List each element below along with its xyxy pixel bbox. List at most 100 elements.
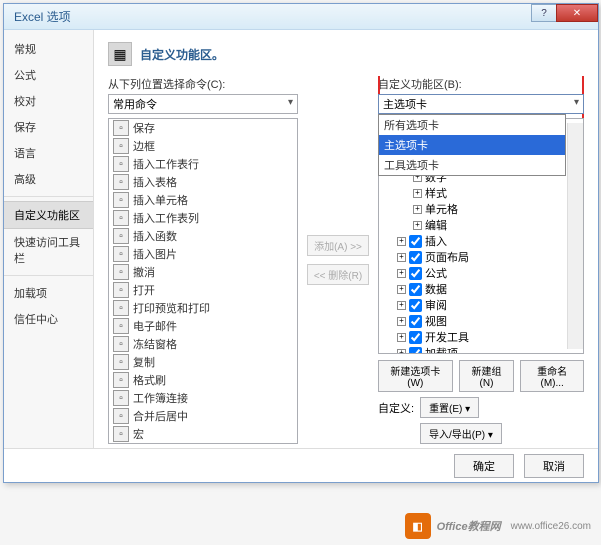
import-row: 导入/导出(P) ▾ <box>378 423 584 444</box>
command-item[interactable]: ▫打印预览和打印 <box>109 299 297 317</box>
header: ▦ 自定义功能区。 <box>108 42 584 66</box>
customize-ribbon-label: 自定义功能区(B): <box>378 76 584 92</box>
commands-column: 从下列位置选择命令(C): 常用命令 ▫保存▫边框▫插入工作表行▫插入表格▫插入… <box>108 76 298 444</box>
rename-button[interactable]: 重命名(M)... <box>520 360 584 392</box>
command-item[interactable]: ▫格式刷 <box>109 371 297 389</box>
command-item[interactable]: ▫电子邮件 <box>109 317 297 335</box>
commands-source-combo[interactable]: 常用命令 <box>108 94 298 114</box>
sidebar-item[interactable]: 信任中心 <box>4 306 93 332</box>
command-item[interactable]: ▫工作簿连接 <box>109 389 297 407</box>
expand-icon[interactable]: + <box>397 285 406 294</box>
tree-node[interactable]: +数据 <box>381 281 581 297</box>
dropdown-item[interactable]: 所有选项卡 <box>379 115 565 135</box>
close-button[interactable]: ✕ <box>556 4 598 22</box>
tree-checkbox[interactable] <box>409 331 422 344</box>
command-icon: ▫ <box>113 372 129 388</box>
expand-icon[interactable]: + <box>413 205 422 214</box>
transfer-column: 添加(A) >> << 删除(R) <box>306 76 370 444</box>
new-group-button[interactable]: 新建组(N) <box>459 360 515 392</box>
tree-node[interactable]: +插入 <box>381 233 581 249</box>
tree-checkbox[interactable] <box>409 267 422 280</box>
dropdown-item[interactable]: 主选项卡 <box>379 135 565 155</box>
watermark-icon: ◧ <box>405 513 431 539</box>
expand-icon[interactable]: + <box>413 189 422 198</box>
sidebar-item[interactable]: 语言 <box>4 140 93 166</box>
tree-checkbox[interactable] <box>409 315 422 328</box>
command-item[interactable]: ▫保存 <box>109 119 297 137</box>
command-item[interactable]: ▫插入表格 <box>109 173 297 191</box>
window-buttons: ? ✕ <box>532 4 598 22</box>
new-tab-button[interactable]: 新建选项卡(W) <box>378 360 453 392</box>
import-export-button[interactable]: 导入/导出(P) ▾ <box>420 423 502 444</box>
ribbon-target-combo[interactable]: 主选项卡 <box>378 94 584 114</box>
tree-node[interactable]: +样式 <box>381 185 581 201</box>
tree-node[interactable]: +编辑 <box>381 217 581 233</box>
tree-scrollbar[interactable] <box>567 123 583 349</box>
dialog-body: 常规公式校对保存语言高级自定义功能区快速访问工具栏加载项信任中心 ▦ 自定义功能… <box>4 30 598 448</box>
remove-button[interactable]: << 删除(R) <box>307 264 369 285</box>
tree-checkbox[interactable] <box>409 347 422 355</box>
dropdown-item[interactable]: 工具选项卡 <box>379 155 565 175</box>
expand-icon[interactable]: + <box>397 317 406 326</box>
command-icon: ▫ <box>113 174 129 190</box>
tree-node[interactable]: +加载项 <box>381 345 581 354</box>
watermark: ◧ Office教程网 www.office26.com <box>405 513 591 539</box>
command-item[interactable]: ▫插入工作表行 <box>109 155 297 173</box>
sidebar-item[interactable]: 高级 <box>4 166 93 192</box>
command-icon: ▫ <box>113 210 129 226</box>
tree-checkbox[interactable] <box>409 235 422 248</box>
tree-node[interactable]: +开发工具 <box>381 329 581 345</box>
tree-node[interactable]: +公式 <box>381 265 581 281</box>
command-icon: ▫ <box>113 138 129 154</box>
command-icon: ▫ <box>113 318 129 334</box>
command-item[interactable]: ▫插入函数 <box>109 227 297 245</box>
tree-node[interactable]: +单元格 <box>381 201 581 217</box>
window-title: Excel 选项 <box>8 8 71 25</box>
tree-node[interactable]: +页面布局 <box>381 249 581 265</box>
add-button[interactable]: 添加(A) >> <box>307 235 369 256</box>
sidebar-item[interactable]: 自定义功能区 <box>4 201 93 229</box>
expand-icon[interactable]: + <box>397 349 406 355</box>
sidebar-item[interactable]: 保存 <box>4 114 93 140</box>
custom-label: 自定义: <box>378 400 414 416</box>
tree-node[interactable]: +审阅 <box>381 297 581 313</box>
sidebar-item[interactable]: 常规 <box>4 36 93 62</box>
reset-button[interactable]: 重置(E) ▾ <box>420 397 479 418</box>
ok-button[interactable]: 确定 <box>454 454 514 478</box>
command-icon: ▫ <box>113 228 129 244</box>
command-item[interactable]: ▫打开 <box>109 281 297 299</box>
help-button[interactable]: ? <box>531 4 557 22</box>
sidebar-item[interactable]: 校对 <box>4 88 93 114</box>
sidebar-item[interactable]: 公式 <box>4 62 93 88</box>
expand-icon[interactable]: + <box>397 301 406 310</box>
command-icon: ▫ <box>113 354 129 370</box>
commands-listbox[interactable]: ▫保存▫边框▫插入工作表行▫插入表格▫插入单元格▫插入工作表列▫插入函数▫插入图… <box>108 118 298 444</box>
cancel-button[interactable]: 取消 <box>524 454 584 478</box>
expand-icon[interactable]: + <box>413 221 422 230</box>
command-item[interactable]: ▫宏 <box>109 425 297 443</box>
command-icon: ▫ <box>113 192 129 208</box>
command-item[interactable]: ▫边框 <box>109 137 297 155</box>
expand-icon[interactable]: + <box>397 237 406 246</box>
command-item[interactable]: ▫合并后居中 <box>109 407 297 425</box>
command-item[interactable]: ▫插入单元格 <box>109 191 297 209</box>
command-item[interactable]: ▫冻结窗格 <box>109 335 297 353</box>
command-item[interactable]: ▫复制 <box>109 353 297 371</box>
tree-checkbox[interactable] <box>409 299 422 312</box>
tree-node[interactable]: +视图 <box>381 313 581 329</box>
expand-icon[interactable]: + <box>397 333 406 342</box>
command-item[interactable]: ▫撤消 <box>109 263 297 281</box>
tree-checkbox[interactable] <box>409 283 422 296</box>
expand-icon[interactable]: + <box>397 253 406 262</box>
expand-icon[interactable]: + <box>397 269 406 278</box>
watermark-url: www.office26.com <box>511 521 591 532</box>
command-icon: ▫ <box>113 264 129 280</box>
sidebar-item[interactable]: 快速访问工具栏 <box>4 229 93 271</box>
command-item[interactable]: ▫插入图片 <box>109 245 297 263</box>
command-item[interactable]: ▫插入工作表列 <box>109 209 297 227</box>
main-panel: ▦ 自定义功能区。 从下列位置选择命令(C): 常用命令 ▫保存▫边框▫插入工作… <box>94 30 598 448</box>
tree-checkbox[interactable] <box>409 251 422 264</box>
sidebar-item[interactable]: 加载项 <box>4 280 93 306</box>
sidebar: 常规公式校对保存语言高级自定义功能区快速访问工具栏加载项信任中心 <box>4 30 94 448</box>
titlebar: Excel 选项 ? ✕ <box>4 4 598 30</box>
